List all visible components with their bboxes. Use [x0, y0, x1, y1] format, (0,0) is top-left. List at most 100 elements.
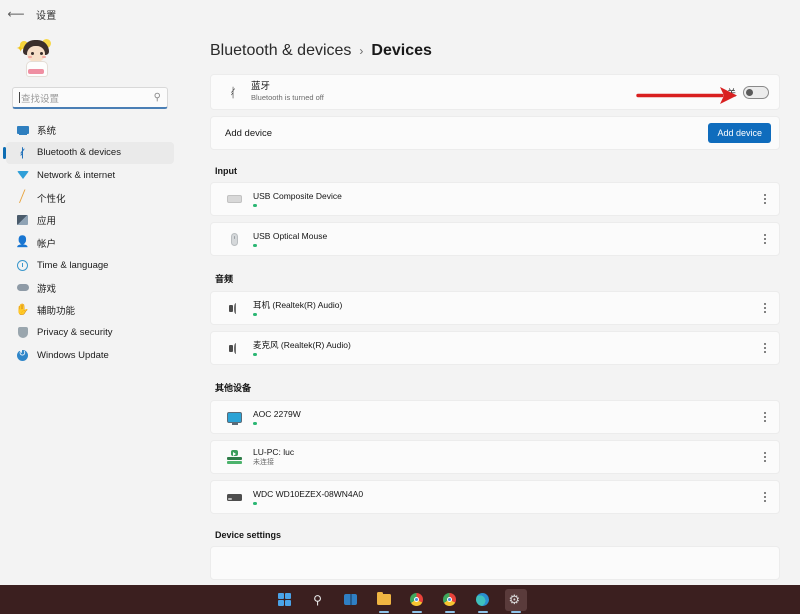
status-badge — [253, 501, 257, 506]
avatar-eye-right — [40, 52, 43, 55]
device-row-microphone[interactable]: 麦克风 (Realtek(R) Audio) — [210, 331, 780, 365]
bluetooth-card-texts: 蓝牙 Bluetooth is turned off — [251, 81, 727, 103]
search-placeholder: 查找设置 — [21, 93, 60, 105]
file-explorer-icon[interactable] — [373, 589, 395, 613]
device-status-text: 未连接 — [253, 459, 274, 466]
speaker-icon — [225, 300, 243, 316]
breadcrumb-parent-link[interactable]: Bluetooth & devices — [210, 42, 351, 60]
device-texts: USB Optical Mouse — [253, 231, 757, 248]
section-title-input: Input — [215, 166, 237, 176]
start-windows-icon[interactable] — [274, 589, 296, 611]
device-row-headphones[interactable]: 耳机 (Realtek(R) Audio) — [210, 291, 780, 325]
sidebar-item-privacy-security[interactable]: Privacy & security — [6, 322, 174, 345]
sidebar-item-label: 辅助功能 — [37, 306, 76, 318]
toggle-knob — [746, 88, 753, 96]
bluetooth-toggle-label: 关 — [726, 87, 736, 98]
sidebar-item-apps[interactable]: 应用 — [6, 209, 174, 232]
add-device-label: Add device — [225, 127, 273, 139]
settings-list: ᚰ 蓝牙 Bluetooth is turned off 关 Add devic… — [210, 74, 780, 580]
mouse-icon — [225, 231, 243, 247]
settings-gear-icon[interactable]: ⚙ — [504, 588, 527, 613]
device-settings-card[interactable] — [210, 546, 780, 580]
status-badge — [253, 421, 257, 426]
status-badge — [253, 352, 257, 357]
device-row-usb-composite-device[interactable]: USB Composite Device — [210, 182, 780, 216]
task-view-icon[interactable] — [340, 589, 362, 611]
sidebar-item-accessibility[interactable]: ✋ 辅助功能 — [6, 299, 174, 322]
device-texts: AOC 2279W — [253, 409, 757, 426]
apps-icon — [16, 214, 29, 227]
sidebar-item-system[interactable]: 系统 — [6, 119, 174, 142]
accounts-icon: 👤 — [15, 236, 30, 249]
sidebar-item-label: Windows Update — [37, 349, 109, 361]
device-texts: WDC WD10EZEX-08WN4A0 — [253, 489, 757, 506]
more-options-icon[interactable] — [757, 407, 773, 427]
avatar-eye-left — [31, 52, 34, 55]
device-row-lu-pc[interactable]: LU-PC: luc 未连接 — [210, 440, 780, 474]
gaming-icon — [16, 281, 29, 294]
settings-window: ⟵ 设置 ✦ 查找设置 ⚲ 系统 ᚰ Bluetooth & devices N… — [0, 0, 800, 585]
status-badge — [253, 203, 257, 208]
bluetooth-toggle[interactable] — [743, 85, 769, 99]
breadcrumb-separator: › — [359, 44, 364, 58]
sidebar-item-network-internet[interactable]: Network & internet — [6, 164, 174, 187]
more-options-icon[interactable] — [757, 229, 773, 249]
sidebar-item-label: 系统 — [37, 126, 57, 138]
sidebar-item-label: 应用 — [37, 216, 57, 228]
sidebar-item-label: Time & language — [37, 259, 109, 271]
sidebar-item-accounts[interactable]: 👤 帐户 — [6, 232, 174, 255]
more-options-icon[interactable] — [757, 298, 773, 318]
windows-update-icon — [16, 349, 29, 362]
device-name: LU-PC: luc — [253, 447, 295, 457]
device-row-aoc-2279w[interactable]: AOC 2279W — [210, 400, 780, 434]
sidebar-item-personalization[interactable]: ╱ 个性化 — [6, 187, 174, 210]
network-icon — [16, 169, 29, 182]
device-row-usb-optical-mouse[interactable]: USB Optical Mouse — [210, 222, 780, 256]
sidebar: ⟵ 设置 ✦ 查找设置 ⚲ 系统 ᚰ Bluetooth & devices N… — [0, 0, 180, 585]
section-title-device-settings: Device settings — [215, 530, 282, 540]
sidebar-item-label: Network & internet — [37, 169, 116, 181]
device-name: USB Optical Mouse — [253, 230, 328, 241]
window-titlebar: ⟵ 设置 — [0, 0, 180, 28]
microphone-icon — [225, 340, 243, 356]
avatar-blush-right — [42, 56, 46, 58]
more-options-icon[interactable] — [757, 447, 773, 467]
status-badge — [253, 243, 257, 248]
device-name: 耳机 (Realtek(R) Audio) — [253, 299, 343, 310]
sidebar-item-gaming[interactable]: 游戏 — [6, 277, 174, 300]
bluetooth-toggle-area: 关 — [726, 85, 769, 99]
bluetooth-icon: ᚰ — [18, 145, 27, 160]
back-arrow-icon[interactable]: ⟵ — [6, 4, 26, 24]
bluetooth-card-subtitle: Bluetooth is turned off — [251, 93, 324, 102]
device-name: WDC WD10EZEX-08WN4A0 — [253, 488, 364, 499]
more-options-icon[interactable] — [757, 338, 773, 358]
device-name: 麦克风 (Realtek(R) Audio) — [253, 339, 351, 350]
main-content: Bluetooth & devices › Devices ᚰ 蓝牙 Bluet… — [180, 0, 800, 585]
chrome-browser-icon[interactable] — [439, 589, 461, 613]
bluetooth-card: ᚰ 蓝牙 Bluetooth is turned off 关 — [210, 74, 780, 110]
edge-icon[interactable] — [472, 589, 494, 613]
search-icon[interactable]: ⚲ — [307, 589, 329, 611]
add-device-button[interactable]: Add device — [708, 123, 771, 143]
search-input[interactable]: 查找设置 ⚲ — [12, 87, 168, 109]
window-title: 设置 — [36, 10, 57, 22]
personalization-icon: ╱ — [18, 190, 27, 204]
chrome-icon[interactable] — [406, 589, 428, 613]
avatar[interactable]: ✦ — [14, 34, 58, 78]
bluetooth-icon: ᚰ — [229, 84, 237, 100]
device-name: USB Composite Device — [253, 190, 342, 201]
add-device-card: Add device Add device — [210, 116, 780, 150]
device-texts: 麦克风 (Realtek(R) Audio) — [253, 340, 757, 357]
more-options-icon[interactable] — [757, 189, 773, 209]
sidebar-item-label: Bluetooth & devices — [37, 147, 121, 159]
sidebar-item-label: 个性化 — [37, 193, 66, 205]
sidebar-item-windows-update[interactable]: Windows Update — [6, 344, 174, 367]
taskbar: ⚲ ⚙ — [0, 585, 800, 614]
device-row-wdc-disk[interactable]: WDC WD10EZEX-08WN4A0 — [210, 480, 780, 514]
sidebar-nav: 系统 ᚰ Bluetooth & devices Network & inter… — [0, 119, 180, 367]
sidebar-item-time-language[interactable]: Time & language — [6, 254, 174, 277]
device-texts: USB Composite Device — [253, 191, 757, 208]
search-icon[interactable]: ⚲ — [154, 92, 161, 103]
more-options-icon[interactable] — [757, 487, 773, 507]
sidebar-item-bluetooth-devices[interactable]: ᚰ Bluetooth & devices — [3, 141, 174, 164]
